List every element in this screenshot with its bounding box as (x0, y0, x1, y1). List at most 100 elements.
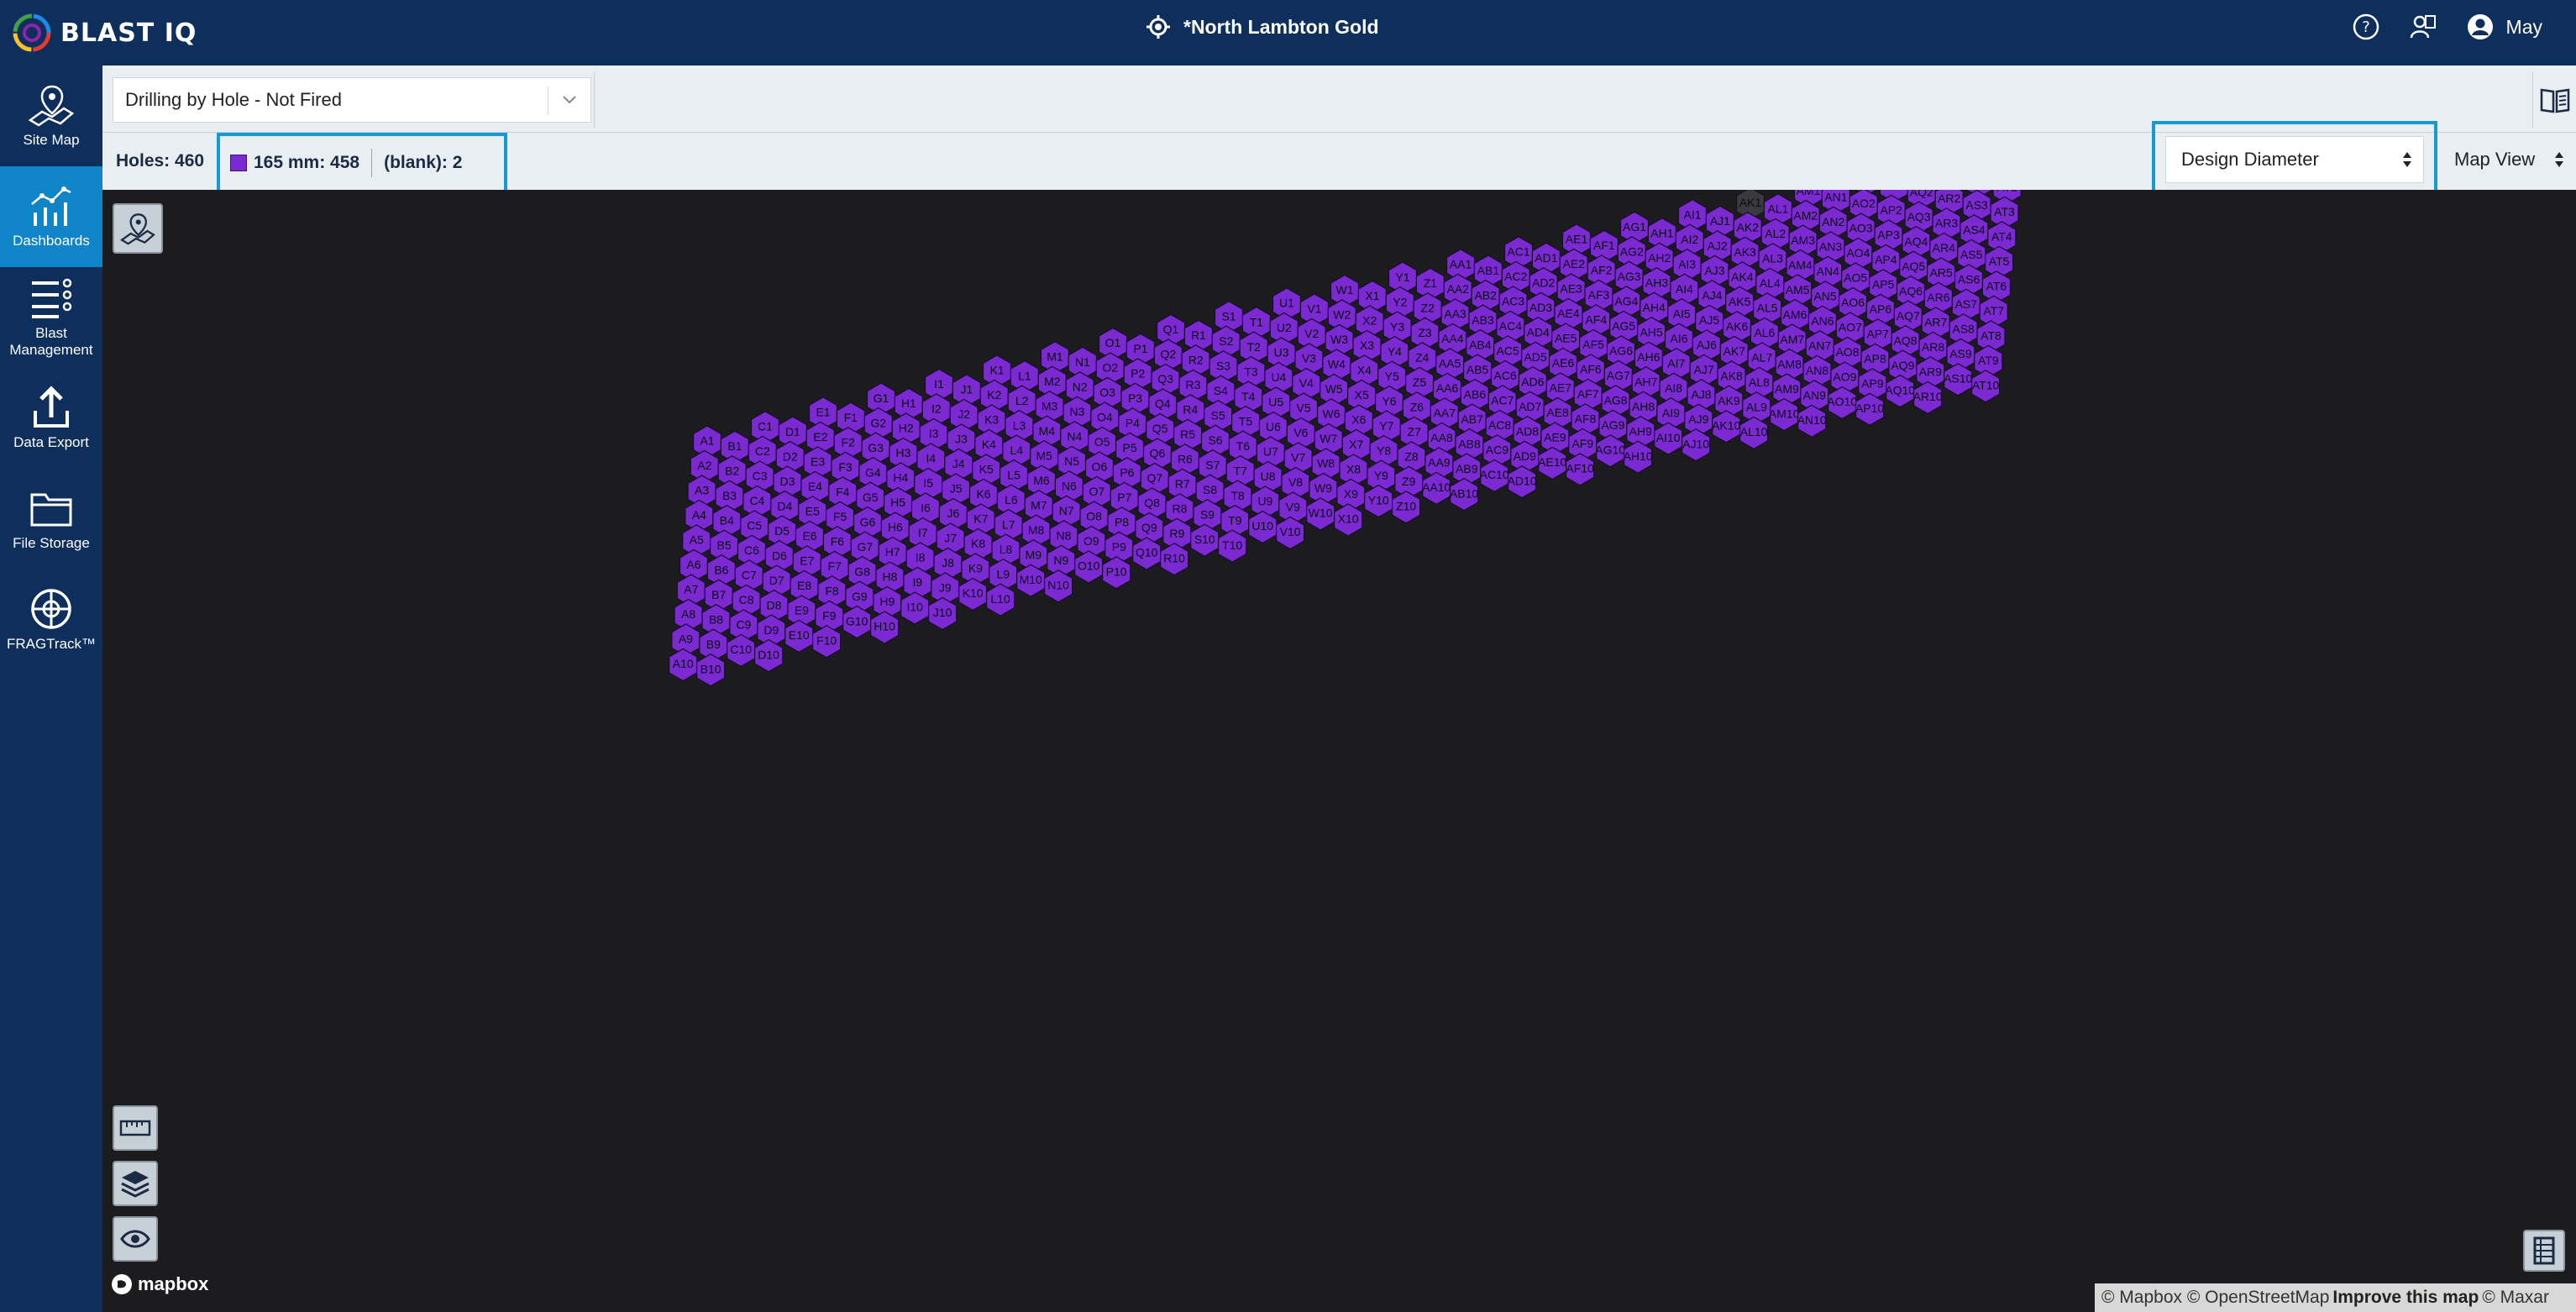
blast-hole[interactable]: J10 (927, 596, 957, 631)
sidebar-item-blast-management[interactable]: Blast Management (0, 267, 102, 368)
blast-hole[interactable]: I10 (900, 591, 930, 625)
blast-hole-label: AN6 (1811, 314, 1834, 328)
blast-hole[interactable]: U10 (1248, 510, 1278, 544)
blast-hole-label: A2 (697, 459, 711, 472)
blast-hole-label: C7 (742, 569, 757, 582)
visibility-button[interactable] (113, 1216, 158, 1262)
blast-hole[interactable]: AI10 (1654, 422, 1683, 455)
blast-hole[interactable]: X10 (1333, 503, 1363, 537)
site-selector[interactable]: *North Lambton Gold (1146, 0, 1379, 54)
blast-hole[interactable]: AC10 (1480, 459, 1509, 493)
blast-hole[interactable]: B10 (695, 653, 726, 687)
blast-hole-label: AR6 (1927, 291, 1949, 304)
measure-button[interactable] (113, 1105, 158, 1151)
blast-hole-label: AH10 (1624, 449, 1653, 463)
blast-hole-label: AH8 (1632, 400, 1655, 413)
blast-hole-label: F1 (844, 411, 858, 424)
blast-hole-label: Q8 (1144, 496, 1160, 510)
blast-hole-label: AR10 (1913, 390, 1943, 403)
blast-hole[interactable]: O10 (1074, 550, 1104, 584)
sidebar-item-dashboards[interactable]: Dashboards (0, 166, 102, 267)
blast-hole[interactable]: F10 (811, 625, 842, 659)
guide-button[interactable] (2532, 72, 2576, 128)
blast-hole[interactable]: E10 (784, 619, 814, 653)
blast-hole-label: G3 (868, 441, 884, 454)
sidebar-item-fragtrack[interactable]: FRAGTrack™ (0, 569, 102, 670)
blast-hole-label: A8 (681, 607, 695, 621)
blast-hole-label: AL3 (1762, 252, 1783, 265)
sidebar-item-file-storage[interactable]: File Storage (0, 469, 102, 569)
blast-hole[interactable]: AT10 (1971, 370, 2001, 403)
blast-hole[interactable]: V10 (1275, 516, 1305, 550)
blast-hole[interactable]: AS10 (1944, 363, 1973, 396)
blast-hole-label: Y6 (1382, 394, 1396, 407)
blast-hole[interactable]: M10 (1016, 564, 1046, 597)
layers-button[interactable] (113, 1161, 158, 1206)
blast-hole-label: Z2 (1421, 302, 1435, 315)
help-icon[interactable]: ? (2352, 13, 2380, 41)
blast-hole[interactable]: AF10 (1565, 453, 1595, 486)
blast-hole-label: AO2 (1852, 197, 1876, 210)
blast-hole[interactable]: Y10 (1364, 484, 1393, 518)
sidebar-item-label: Blast Management (9, 325, 93, 358)
blast-hole[interactable]: Q10 (1132, 537, 1162, 570)
blast-hole-label: AN7 (1808, 339, 1831, 353)
blast-hole-label: D1 (785, 425, 800, 438)
blast-hole[interactable]: S10 (1190, 523, 1220, 557)
improve-map-link[interactable]: Improve this map (2332, 1288, 2479, 1308)
blast-hole[interactable]: K10 (958, 577, 988, 611)
user-settings-icon[interactable] (2409, 13, 2437, 41)
sidebar-item-data-export[interactable]: Data Export (0, 368, 102, 469)
blast-hole[interactable]: P10 (1101, 556, 1131, 590)
blast-hole[interactable]: G10 (842, 605, 872, 639)
user-menu[interactable]: May (2466, 13, 2542, 41)
blast-hole[interactable]: AQ10 (1885, 374, 1915, 408)
brand-logo[interactable]: BLAST IQ (12, 7, 197, 59)
blast-hole[interactable]: AE10 (1538, 446, 1567, 480)
dashboard-select[interactable]: Drilling by Hole - Not Fired (113, 77, 591, 123)
data-table-button[interactable] (2523, 1230, 2565, 1272)
blast-hole-label: J6 (947, 506, 960, 520)
color-by-select[interactable]: Design Diameter (2165, 136, 2424, 183)
blast-hole-label: AR4 (1933, 241, 1955, 255)
blast-hole[interactable]: C10 (727, 633, 756, 668)
blast-hole[interactable]: T10 (1217, 529, 1247, 563)
blast-hole[interactable]: AR10 (1913, 380, 1943, 415)
legend-item-165mm[interactable]: 165 mm: 458 (230, 153, 359, 173)
blast-hole[interactable]: AM10 (1769, 397, 1800, 432)
blast-holes-layer[interactable]: A1 A2 A3 A4 A5 A6 A7 A8 A9 A10 B1 B2 B3 B4 B5 B6 B7 B8 B9 B… (102, 190, 2576, 1312)
chevron-down-icon[interactable] (560, 90, 579, 110)
blast-hole[interactable]: AK10 (1712, 410, 1741, 443)
blast-hole[interactable]: AB10 (1450, 477, 1478, 512)
blast-hole[interactable]: AP10 (1855, 392, 1884, 426)
blast-hole[interactable]: AH10 (1624, 440, 1653, 474)
blast-hole[interactable]: AL10 (1739, 416, 1769, 450)
mapbox-logo[interactable]: mapbox (111, 1273, 208, 1295)
blast-hole[interactable]: H10 (869, 611, 900, 644)
site-map-toggle-button[interactable] (113, 203, 163, 254)
blast-hole[interactable]: AJ10 (1681, 428, 1711, 462)
blast-hole[interactable]: A10 (669, 648, 698, 682)
blast-hole[interactable]: AD10 (1508, 465, 1537, 499)
blast-hole[interactable]: N10 (1043, 569, 1073, 603)
blast-hole[interactable]: Z10 (1391, 491, 1421, 524)
sidebar-item-site-map[interactable]: Site Map (0, 66, 102, 166)
blast-hole[interactable]: D10 (753, 638, 784, 673)
attribution-suffix[interactable]: © Maxar (2482, 1288, 2549, 1308)
blast-hole[interactable]: AG10 (1595, 434, 1625, 468)
blast-hole-label: D5 (774, 524, 790, 538)
blast-hole-label: AI6 (1670, 332, 1687, 345)
blast-hole[interactable]: R10 (1159, 543, 1189, 576)
blast-hole[interactable]: AN10 (1797, 404, 1827, 438)
blast-hole-label: AE2 (1563, 257, 1586, 270)
legend-item-blank[interactable]: (blank): 2 (384, 153, 462, 173)
legend-label: 165 mm: 458 (254, 153, 360, 172)
attribution-prefix[interactable]: © Mapbox © OpenStreetMap (2101, 1288, 2329, 1308)
blast-hole-label: AB5 (1466, 363, 1489, 376)
view-select[interactable]: Map View (2441, 136, 2575, 183)
blast-hole[interactable]: W10 (1306, 497, 1335, 531)
blast-hole[interactable]: L10 (985, 583, 1015, 617)
blast-hole[interactable]: AO10 (1827, 386, 1857, 420)
blast-hole[interactable]: AA10 (1422, 471, 1451, 506)
map-canvas[interactable]: A1 A2 A3 A4 A5 A6 A7 A8 A9 A10 B1 B2 B3 B4 B5 B6 B7 B8 B9 B… (102, 190, 2576, 1312)
